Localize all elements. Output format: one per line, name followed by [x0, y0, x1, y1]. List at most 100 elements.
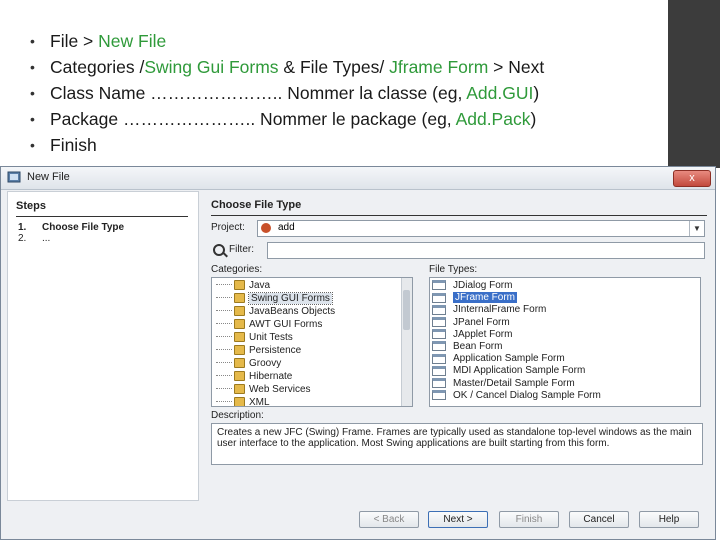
scrollbar-thumb[interactable] [403, 290, 410, 330]
dialog-titlebar[interactable]: New File x [1, 167, 715, 190]
category-label: JavaBeans Objects [249, 306, 336, 317]
folder-icon [234, 280, 245, 291]
step-2: 2.... [18, 233, 50, 244]
dark-side-strip [668, 0, 720, 168]
folder-icon [234, 306, 245, 317]
form-file-icon [432, 390, 446, 401]
chevron-down-icon[interactable]: ▼ [689, 221, 704, 236]
folder-icon [234, 332, 245, 343]
file-type-item[interactable]: JApplet Form [432, 329, 512, 342]
highlighted-term: Swing Gui Forms [144, 57, 279, 77]
category-item[interactable]: Web Services [216, 384, 311, 397]
bullet-marker: • [30, 137, 35, 153]
project-dropdown[interactable]: add ▼ [257, 220, 705, 237]
file-type-item[interactable]: JDialog Form [432, 280, 512, 293]
file-type-label: JApplet Form [453, 328, 513, 340]
bullet-text: Package ………………….. Nommer le package (eg, [50, 109, 456, 129]
main-panel: Choose File Type Project: add ▼ Filter: … [205, 191, 711, 499]
categories-list[interactable]: Java Swing GUI Forms JavaBeans Objects AWT … [211, 277, 413, 407]
filter-input[interactable] [267, 242, 705, 259]
folder-icon [234, 345, 245, 356]
folder-icon [234, 358, 245, 369]
bullet-text: Finish [50, 135, 97, 155]
folder-icon [234, 319, 245, 330]
form-file-icon [432, 341, 446, 352]
file-type-label: JPanel Form [453, 316, 510, 328]
help-button[interactable]: Help [639, 511, 699, 528]
file-type-item[interactable]: OK / Cancel Dialog Sample Form [432, 390, 601, 403]
slide-bullet: • Package ………………….. Nommer le package (eg… [28, 106, 678, 132]
step-label: Choose File Type [42, 222, 125, 233]
file-type-label: JInternalFrame Form [453, 304, 547, 316]
slide-bullet: • Class Name ………………….. Nommer la classe (… [28, 80, 678, 106]
step-label: ... [42, 233, 51, 244]
file-type-item[interactable]: JFrame Form [432, 292, 517, 305]
category-label: AWT GUI Forms [249, 319, 323, 330]
cancel-button[interactable]: Cancel [569, 511, 629, 528]
category-item[interactable]: AWT GUI Forms [216, 319, 322, 332]
folder-icon [234, 397, 245, 406]
category-label: Hibernate [249, 371, 293, 382]
bullet-text: > Next [488, 57, 545, 77]
form-file-icon [432, 365, 446, 376]
netbeans-app-icon [7, 171, 21, 183]
category-label: Java [249, 280, 271, 291]
form-file-icon [432, 377, 446, 388]
form-file-icon [432, 280, 446, 291]
next-button[interactable]: Next > [428, 511, 488, 528]
category-item[interactable]: XML [216, 397, 270, 407]
category-label: Unit Tests [249, 332, 293, 343]
tree-connector [216, 297, 232, 299]
category-item[interactable]: Swing GUI Forms [216, 292, 333, 306]
categories-scrollbar[interactable] [401, 278, 412, 406]
finish-button[interactable]: Finish [499, 511, 559, 528]
category-item[interactable]: Java [216, 280, 270, 293]
slide-bullet-list: • File > New File • Categories /Swing Gui F… [28, 28, 678, 158]
project-value: add [278, 222, 295, 233]
step-number: 2. [18, 233, 27, 244]
file-type-label: MDI Application Sample Form [453, 365, 586, 377]
file-type-label: Application Sample Form [453, 353, 565, 365]
bullet-text: File > [50, 31, 99, 51]
file-types-list[interactable]: JDialog Form JFrame Form JInternalFrame Fo… [429, 277, 701, 407]
form-file-icon [432, 316, 446, 327]
file-type-item[interactable]: MDI Application Sample Form [432, 365, 585, 378]
category-label: Groovy [249, 358, 282, 369]
close-button[interactable]: x [673, 170, 711, 187]
highlighted-term: Jframe Form [389, 57, 489, 77]
bullet-marker: • [30, 59, 35, 75]
tree-connector [216, 284, 232, 286]
form-file-icon [432, 353, 446, 364]
file-type-label: JDialog Form [453, 280, 513, 291]
file-type-label: JFrame Form [453, 292, 517, 304]
back-button[interactable]: < Back [359, 511, 419, 528]
folder-icon [234, 371, 245, 382]
category-item[interactable]: Unit Tests [216, 332, 293, 345]
file-type-label: Bean Form [453, 341, 503, 352]
bullet-marker: • [30, 85, 35, 101]
highlighted-term: Add.Pack [455, 109, 531, 129]
category-label: XML [249, 397, 270, 407]
tree-connector [216, 401, 232, 403]
tree-connector [216, 362, 232, 364]
file-type-item[interactable]: Application Sample Form [432, 353, 565, 366]
file-type-item[interactable]: Master/Detail Sample Form [432, 378, 575, 391]
file-type-item[interactable]: JInternalFrame Form [432, 304, 546, 317]
project-icon [261, 223, 271, 233]
form-file-icon [432, 329, 446, 340]
category-item[interactable]: Persistence [216, 345, 301, 358]
bullet-text: Categories / [50, 57, 145, 77]
form-file-icon [432, 304, 446, 315]
category-item[interactable]: Hibernate [216, 371, 292, 384]
steps-heading: Steps [16, 200, 46, 212]
file-type-item[interactable]: JPanel Form [432, 317, 510, 330]
folder-icon [234, 384, 245, 395]
tree-connector [216, 323, 232, 325]
category-item[interactable]: Groovy [216, 358, 281, 371]
category-item[interactable]: JavaBeans Objects [216, 306, 335, 319]
dialog-title: New File [27, 171, 70, 183]
slide-bullet: • Finish [28, 132, 678, 158]
steps-panel: Steps 1. Choose File Type 2.... [7, 191, 199, 501]
step-number: 1. [18, 222, 27, 233]
file-type-item[interactable]: Bean Form [432, 341, 502, 354]
